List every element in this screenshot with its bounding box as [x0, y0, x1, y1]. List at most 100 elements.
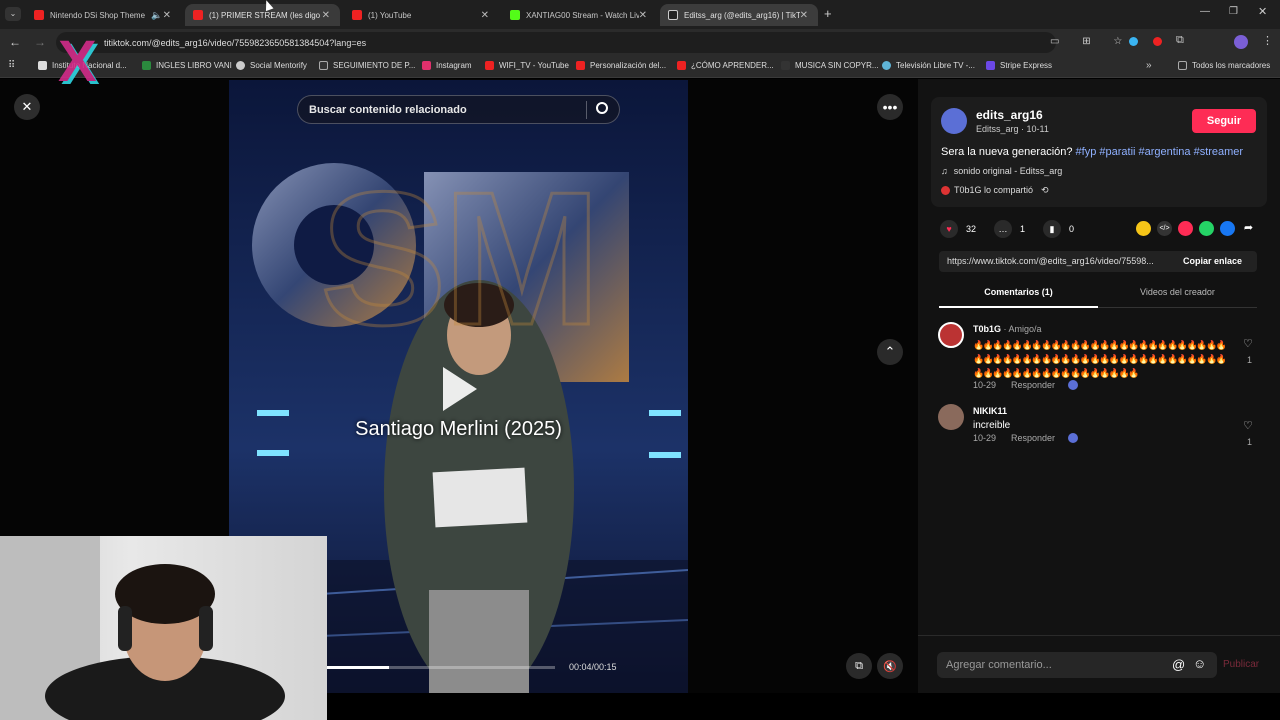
reply-button[interactable]: Responder	[1011, 433, 1055, 443]
tab-search-icon[interactable]: ⌄	[5, 7, 21, 21]
mention-icon[interactable]: @	[1172, 657, 1185, 672]
tab-0[interactable]: Nintendo DSi Shop Theme 🔈 ✕	[26, 4, 181, 26]
forward-icon[interactable]: →	[34, 35, 46, 49]
webcam-overlay	[0, 536, 327, 720]
comment-like-icon[interactable]: ♡	[1243, 419, 1253, 432]
extension-icon-2[interactable]	[1153, 37, 1162, 46]
stream-logo-icon: X	[58, 29, 97, 94]
embed-icon[interactable]: </>	[1157, 221, 1172, 236]
comment-user[interactable]: T0b1G · Amigo/a	[973, 324, 1042, 334]
youtube-icon	[352, 10, 362, 20]
compose-divider	[918, 635, 1280, 636]
comment-like-icon[interactable]: ♡	[1243, 337, 1253, 350]
tab-creator-videos[interactable]: Videos del creador	[1098, 287, 1257, 308]
close-tab-icon[interactable]: ✕	[481, 10, 489, 21]
tab-comments[interactable]: Comentarios (1)	[939, 287, 1098, 308]
tab-4[interactable]: Editss_arg (@edits_arg16) | TikT ✕	[660, 4, 818, 26]
share-icons: </> ➦	[1136, 221, 1256, 236]
tab-bar: ⌄ Nintendo DSi Shop Theme 🔈 ✕ (1) PRIMER…	[0, 0, 1280, 29]
comment-icon[interactable]: …	[994, 220, 1013, 238]
author-avatar[interactable]	[941, 108, 967, 134]
all-bookmarks[interactable]: Todos los marcadores	[1178, 61, 1270, 70]
bookmark-1[interactable]: INGLES LIBRO VANI	[142, 61, 232, 70]
whatsapp-icon[interactable]	[1199, 221, 1214, 236]
more-options-button[interactable]: •••	[877, 94, 903, 120]
comment-user[interactable]: NIKIK11	[973, 406, 1007, 416]
bookmark-4[interactable]: Instagram	[422, 61, 472, 70]
comment-text: 🔥🔥🔥🔥🔥🔥🔥🔥🔥🔥🔥🔥🔥🔥🔥🔥🔥🔥🔥🔥🔥🔥🔥🔥🔥🔥🔥🔥🔥🔥🔥🔥🔥🔥🔥🔥🔥🔥🔥🔥…	[973, 340, 1227, 378]
bookmarks-bar: ⠿ Instituto Nacional d... INGLES LIBRO V…	[0, 56, 1280, 78]
search-input[interactable]: Buscar contenido relacionado	[309, 104, 467, 116]
tab-2[interactable]: (1) YouTube ✕	[344, 4, 499, 26]
side-panel: edits_arg16 Editss_arg · 10-11 Seguir Se…	[918, 79, 1280, 693]
close-tab-icon[interactable]: ✕	[322, 10, 330, 21]
repost-icon: ⟲	[1041, 185, 1049, 195]
extension-icon-1[interactable]	[1129, 37, 1138, 46]
description: Sera la nueva generación? #fyp #paratii …	[941, 146, 1244, 158]
stats-row: ♥ 32 … 1 ▮ 0	[940, 220, 1074, 238]
bookmark-2[interactable]: Social Mentorify	[236, 61, 307, 70]
play-icon[interactable]	[443, 367, 477, 411]
close-viewer-button[interactable]: ✕	[14, 94, 40, 120]
creator-liked-icon	[1068, 433, 1078, 443]
related-search[interactable]: Buscar contenido relacionado	[297, 95, 620, 124]
author-name[interactable]: edits_arg16	[976, 108, 1043, 122]
profile-avatar[interactable]	[1234, 35, 1248, 49]
toolbar-icons: ▭ ⊞ ☆	[1050, 36, 1133, 47]
search-icon[interactable]	[596, 102, 608, 114]
bookmark-8[interactable]: MUSICA SIN COPYR...	[781, 61, 879, 70]
mute-button[interactable]: 🔇	[877, 653, 903, 679]
bookmark-5[interactable]: WIFI_TV - YouTube	[485, 61, 569, 70]
send-icon[interactable]	[1178, 221, 1193, 236]
close-tab-icon[interactable]: ✕	[800, 10, 808, 21]
avatar[interactable]	[938, 322, 964, 348]
music-icon: ♫	[941, 166, 948, 176]
reply-button[interactable]: Responder	[1011, 380, 1055, 390]
more-bookmarks-icon[interactable]: »	[1146, 60, 1152, 71]
author-card: edits_arg16 Editss_arg · 10-11 Seguir Se…	[931, 97, 1267, 207]
copy-link-button[interactable]: Copiar enlace	[1183, 256, 1242, 266]
comment-like-count: 1	[1247, 437, 1253, 447]
link-box: https://www.tiktok.com/@edits_arg16/vide…	[939, 251, 1257, 272]
sound-row[interactable]: ♫ sonido original - Editss_arg	[941, 166, 1062, 176]
tiktok-icon	[668, 10, 678, 20]
new-tab-button[interactable]: +	[824, 6, 832, 21]
progress-fill	[327, 666, 389, 669]
progress-bar[interactable]	[327, 666, 555, 669]
bookmark-icon[interactable]: ▮	[1043, 220, 1062, 238]
apps-icon[interactable]: ⠿	[8, 60, 15, 71]
share-arrow-icon[interactable]: ➦	[1241, 221, 1256, 236]
menu-icon[interactable]: ⋮	[1262, 34, 1273, 47]
bookmark-6[interactable]: Personalización del...	[576, 61, 666, 70]
close-tab-icon[interactable]: ✕	[163, 10, 171, 21]
coin-icon[interactable]	[1136, 221, 1151, 236]
post-button[interactable]: Publicar	[1223, 659, 1259, 670]
bookmark-10[interactable]: Stripe Express	[986, 61, 1052, 70]
previous-video-button[interactable]: ⌃	[877, 339, 903, 365]
close-window-button[interactable]: ✕	[1258, 5, 1267, 18]
hashtags[interactable]: #fyp #paratii #argentina #streamer	[1076, 146, 1244, 158]
minimize-button[interactable]: —	[1200, 6, 1210, 17]
address-bar[interactable]: titiktok.com/@edits_arg16/video/75598236…	[56, 32, 1056, 53]
like-icon[interactable]: ♥	[940, 220, 958, 238]
follow-button[interactable]: Seguir	[1192, 109, 1256, 133]
comment-text: increible	[973, 420, 1011, 431]
bookmark-3[interactable]: SEGUIMIENTO DE P...	[319, 61, 415, 70]
webcam-person	[0, 536, 285, 720]
extensions-icon[interactable]: ⧉	[1176, 34, 1184, 47]
bookmark-9[interactable]: Televisión Libre TV -...	[882, 61, 975, 70]
url-text: titiktok.com/@edits_arg16/video/75598236…	[104, 37, 367, 48]
avatar[interactable]	[938, 404, 964, 430]
sm-logo: SM	[319, 152, 603, 367]
close-tab-icon[interactable]: ✕	[639, 10, 647, 21]
back-icon[interactable]: ←	[9, 35, 21, 49]
comment-input[interactable]: Agregar comentario... @ ☺	[937, 652, 1217, 678]
pip-button[interactable]: ⧉	[846, 653, 872, 679]
facebook-icon[interactable]	[1220, 221, 1235, 236]
emoji-icon[interactable]: ☺	[1193, 656, 1206, 671]
tab-1[interactable]: (1) PRIMER STREAM (les digo q ✕	[185, 4, 340, 26]
tab-3[interactable]: XANTIAG00 Stream - Watch Liv ✕	[502, 4, 657, 26]
shared-row: T0b1G lo compartió ⟲	[941, 185, 1049, 196]
restore-button[interactable]: ❐	[1229, 6, 1238, 17]
bookmark-7[interactable]: ¿CÓMO APRENDER...	[677, 61, 774, 70]
